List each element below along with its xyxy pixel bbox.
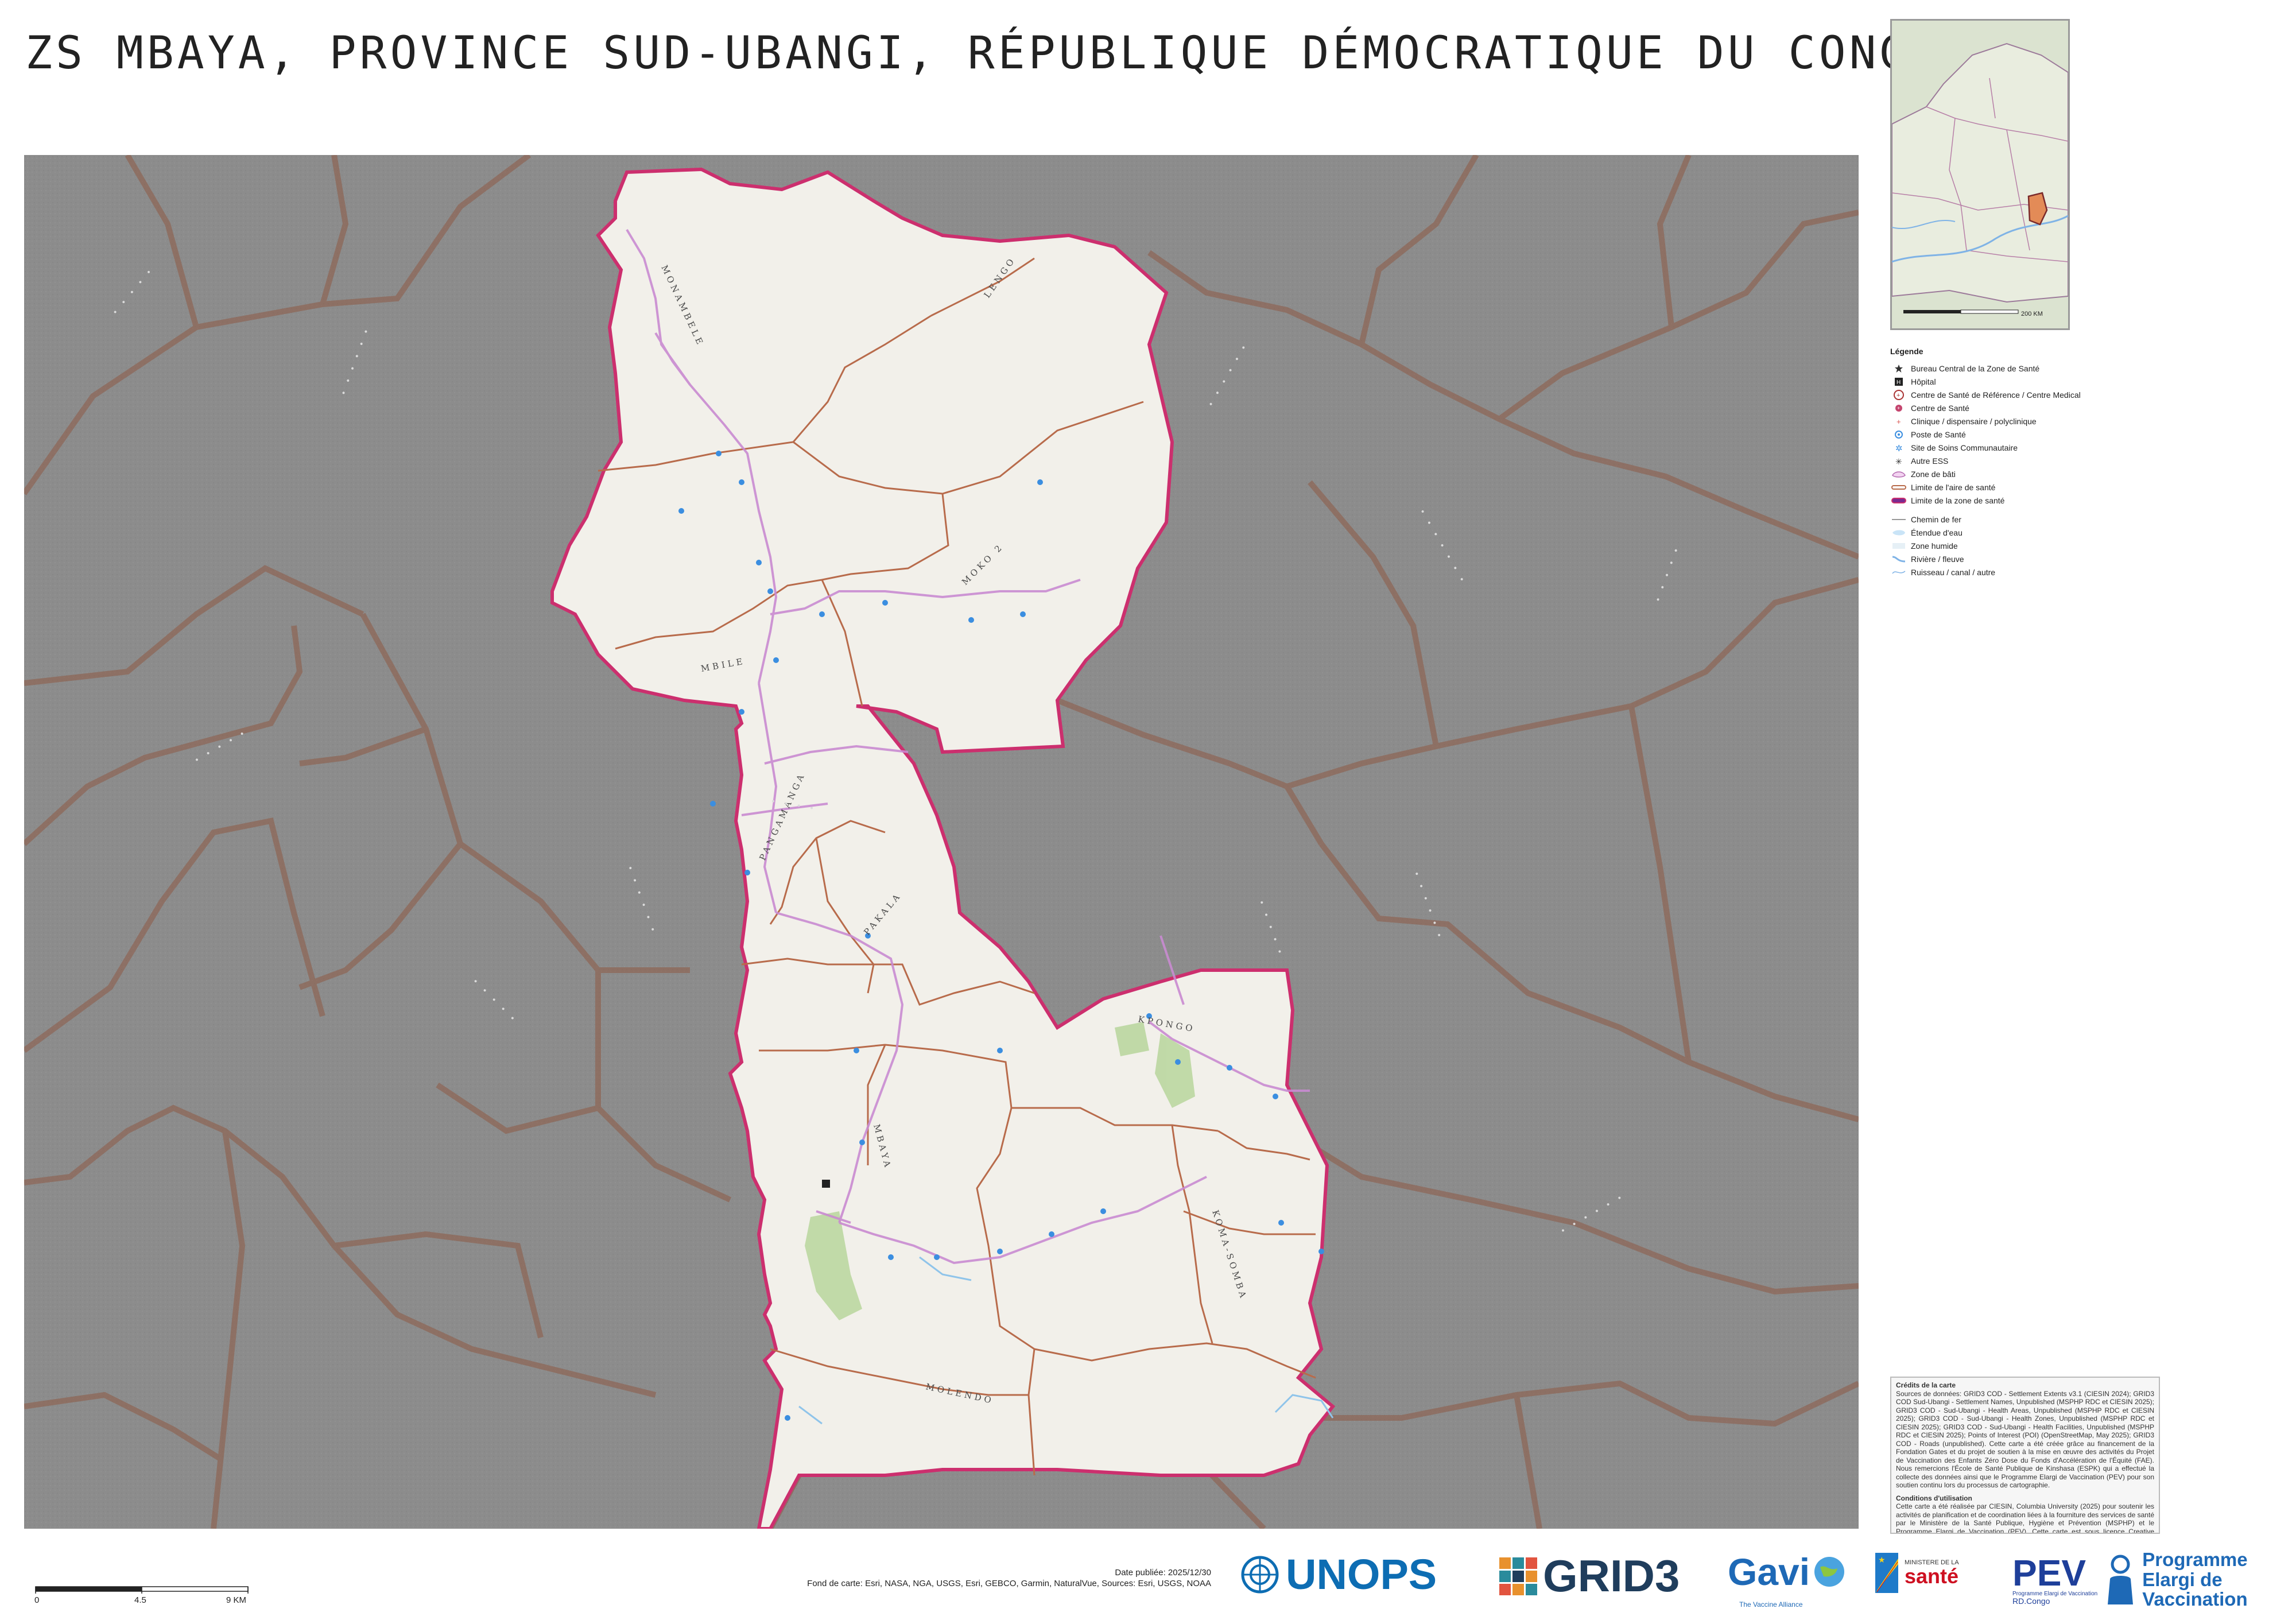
legend-label: Centre de Santé: [1911, 403, 1969, 413]
reference-center-icon: +: [1890, 389, 1907, 401]
legend-row: + Centre de Santé: [1890, 401, 2154, 414]
legend-label: Étendue d'eau: [1911, 528, 1963, 537]
programme-text-2: Elargi de: [2142, 1568, 2223, 1590]
scale-tick: 4.5: [134, 1595, 146, 1605]
health-post-icon: [1890, 429, 1907, 440]
legend-row: + Clinique / dispensaire / polyclinique: [1890, 414, 2154, 428]
inset-map[interactable]: 200 KM: [1890, 19, 2070, 330]
community-site-icon: ✲: [1890, 442, 1907, 454]
legend-label: Clinique / dispensaire / polyclinique: [1911, 416, 2037, 426]
legend-label: Limite de la zone de santé: [1911, 495, 2005, 505]
wetland-icon: [1890, 540, 1907, 552]
railway-icon: [1890, 514, 1907, 525]
legend-label: Chemin de fer: [1911, 514, 1961, 524]
svg-text:+: +: [1896, 417, 1901, 426]
legend-row: Étendue d'eau: [1890, 526, 2154, 539]
area-limit-icon: [1890, 482, 1907, 493]
river-icon: [1890, 553, 1907, 565]
svg-text:+: +: [1897, 405, 1900, 411]
map-canvas: MONAMBELE LENGO MBILE MOKO 2 PANGAMANGA …: [24, 155, 1859, 1529]
legend-row: Limite de la zone de santé: [1890, 494, 2154, 507]
main-map[interactable]: MONAMBELE LENGO MBILE MOKO 2 PANGAMANGA …: [24, 155, 1859, 1529]
pev-country: RD.Congo: [2012, 1596, 2050, 1606]
other-facility-icon: ✳: [1890, 455, 1907, 467]
legend-row: Chemin de fer: [1890, 513, 2154, 526]
legend-label: Bureau Central de la Zone de Santé: [1911, 363, 2040, 373]
globe-icon: [1814, 1557, 1845, 1587]
basemap-credits: Fond de carte: Esri, NASA, NGA, USGS, Es…: [807, 1579, 1211, 1588]
svg-text:+: +: [1896, 392, 1900, 399]
legend-label: Centre de Santé de Référence / Centre Me…: [1911, 390, 2081, 400]
legend-label: Ruisseau / canal / autre: [1911, 567, 1996, 577]
grid3-logo: GRID3: [1498, 1550, 1680, 1602]
credits-box: Crédits de la carte Sources de données: …: [1890, 1377, 2160, 1534]
legend-label: Autre ESS: [1911, 456, 1949, 466]
legend-row: Zone humide: [1890, 539, 2154, 552]
programme-text-1: Programme: [2142, 1549, 2248, 1570]
pev-text: PEV: [2012, 1552, 2086, 1594]
star-icon: [1890, 363, 1907, 374]
legend-label: Zone humide: [1911, 541, 1958, 551]
credits-title: Crédits de la carte: [1896, 1381, 1956, 1389]
sante-text: santé: [1905, 1564, 1959, 1588]
inset-scale-label: 200 KM: [2021, 311, 2043, 317]
conditions-title: Conditions d'utilisation: [1896, 1494, 1972, 1502]
health-center-icon: +: [1890, 402, 1907, 414]
unops-logo: UNOPS: [1240, 1550, 1437, 1599]
programme-text-3: Vaccination: [2142, 1588, 2248, 1610]
built-zone-icon: [1890, 468, 1907, 480]
legend-row: ✲ Site de Soins Communautaire: [1890, 441, 2154, 454]
gavi-tagline: The Vaccine Alliance: [1739, 1600, 1803, 1609]
legend-row: ✳ Autre ESS: [1890, 454, 2154, 467]
legend: Légende Bureau Central de la Zone de San…: [1890, 347, 2154, 579]
scale-bar: 0 4.5 9 KM: [33, 1584, 251, 1610]
legend-label: Hôpital: [1911, 377, 1936, 386]
scale-tick: 0: [34, 1595, 39, 1605]
conditions-text: Cette carte a été réalisée par CIESIN, C…: [1896, 1502, 2154, 1534]
svg-text:★: ★: [1878, 1555, 1886, 1564]
legend-label: Zone de bâti: [1911, 469, 1956, 479]
legend-row: Rivière / fleuve: [1890, 552, 2154, 565]
zone-limit-icon: [1890, 495, 1907, 506]
legend-row: H Hôpital: [1890, 375, 2154, 388]
svg-text:✲: ✲: [1895, 444, 1903, 452]
legend-label: Poste de Santé: [1911, 429, 1966, 439]
svg-text:✳: ✳: [1895, 457, 1902, 466]
grid3-mark-icon: [1499, 1557, 1537, 1595]
drc-flag-emblem-icon: ★: [1875, 1553, 1898, 1593]
scale-tick: 9 KM: [226, 1595, 246, 1605]
unops-text: UNOPS: [1286, 1551, 1437, 1598]
legend-label: Rivière / fleuve: [1911, 554, 1964, 564]
hospital-icon: H: [1890, 376, 1907, 387]
child-figure-icon: [2108, 1555, 2134, 1604]
publish-date: Date publiée: 2025/12/30: [1115, 1568, 1211, 1578]
legend-row: Bureau Central de la Zone de Santé: [1890, 362, 2154, 375]
water-body-icon: [1890, 527, 1907, 538]
legend-row: Limite de l'aire de santé: [1890, 480, 2154, 494]
svg-text:H: H: [1896, 379, 1901, 386]
stream-icon: [1890, 567, 1907, 578]
legend-row: Zone de bâti: [1890, 467, 2154, 480]
legend-label: Limite de l'aire de santé: [1911, 482, 1996, 492]
legend-row: + Centre de Santé de Référence / Centre M…: [1890, 388, 2154, 401]
pev-logo: PEV Programme Elargi de Vaccination RD.C…: [2012, 1549, 2248, 1610]
legend-label: Site de Soins Communautaire: [1911, 443, 2018, 452]
credits-sources: Sources de données: GRID3 COD - Settleme…: [1896, 1389, 2154, 1490]
page-title: ZS MBAYA, PROVINCE SUD-UBANGI, RÉPUBLIQU…: [25, 28, 1941, 79]
legend-row: Ruisseau / canal / autre: [1890, 565, 2154, 579]
clinic-icon: +: [1890, 416, 1907, 427]
gavi-text: Gavi: [1728, 1551, 1810, 1593]
gavi-logo: Gavi: [1728, 1550, 1847, 1594]
legend-row: Poste de Santé: [1890, 428, 2154, 441]
grid3-text: GRID3: [1543, 1551, 1680, 1601]
hospital-icon[interactable]: [822, 1180, 830, 1188]
un-emblem-icon: [1241, 1556, 1279, 1593]
ministere-sante-logo: ★ MINISTERE DE LA santé: [1872, 1550, 1959, 1596]
legend-title: Légende: [1890, 347, 1923, 356]
map-metadata: Date publiée: 2025/12/30 Fond de carte: …: [574, 1567, 1211, 1589]
